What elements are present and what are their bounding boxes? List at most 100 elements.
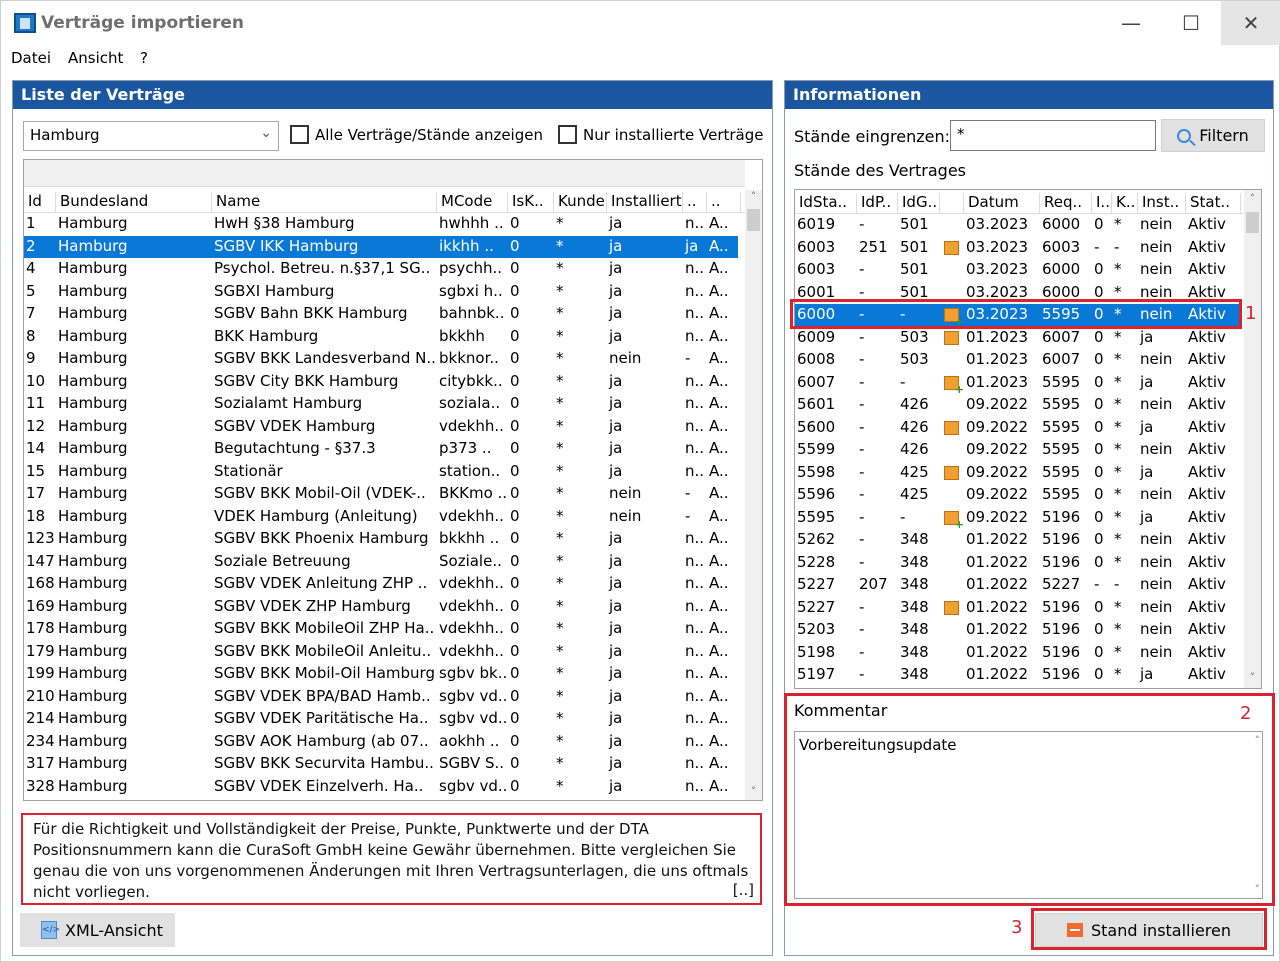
column-header[interactable]: Stat.. xyxy=(1186,193,1241,213)
table-row[interactable]: 178 Hamburg SGBV BKK MobileOil ZHP Ha.. vde… xyxy=(24,618,738,641)
table-row[interactable]: 5601 - 426 09.2022 5595 0 * nein Aktiv xyxy=(795,394,1239,417)
column-header[interactable]: IdP.. xyxy=(857,193,898,213)
table-row[interactable]: 6003 - 501 03.2023 6000 0 * nein Aktiv xyxy=(795,259,1239,282)
table-row[interactable]: 5227 207 348 01.2022 5227- - nein Aktiv xyxy=(795,574,1239,597)
menu-ansicht[interactable]: Ansicht xyxy=(68,49,123,67)
table-row[interactable]: 5198 - 348 01.2022 5196 0 * nein Aktiv xyxy=(795,642,1239,665)
column-header[interactable]: .. xyxy=(707,192,741,212)
only-installed-checkbox[interactable]: Nur installierte Verträge xyxy=(558,125,763,144)
scroll-down-icon[interactable]: ˅ xyxy=(745,785,762,800)
table-row[interactable]: 199 Hamburg SGBV BKK Mobil-Oil Hamburg sgbv… xyxy=(24,663,738,686)
table-row[interactable]: 12 Hamburg SGBV VDEK Hamburg vdekhh.. 0 * ja n.… xyxy=(24,416,738,439)
table-cell: Aktiv xyxy=(1188,642,1226,661)
checkbox-box[interactable] xyxy=(558,125,577,144)
column-header[interactable]: IdG.. xyxy=(898,193,940,213)
table-cell: 01.2022 xyxy=(966,620,1029,638)
table-row[interactable]: 123 Hamburg SGBV BKK Phoenix Hamburg bkkhh … xyxy=(24,528,738,551)
table-row[interactable]: 6007 - - 01.2023 5595 0 * ja Aktiv xyxy=(795,372,1239,396)
table-cell: 9 xyxy=(26,349,36,367)
table-row[interactable]: 169 Hamburg SGBV VDEK ZHP Hamburg vdekhh.. 0… xyxy=(24,596,738,619)
column-header[interactable]: Name xyxy=(212,192,437,212)
table-row[interactable]: 5 Hamburg SGBXI Hamburg sgbxi h.. 0 * ja n.. A.. xyxy=(24,281,738,304)
table-row[interactable]: 6003 251 501 03.2023 6003- - nein Aktiv xyxy=(795,237,1239,260)
table-row[interactable]: 210 Hamburg SGBV VDEK BPA/BAD Hamb.. sgbv v… xyxy=(24,686,738,709)
table-cell: 5228 xyxy=(797,552,836,571)
table-cell: 5262 xyxy=(797,530,836,548)
table-row[interactable]: 10 Hamburg SGBV City BKK Hamburg citybkk.. 0… xyxy=(24,371,738,394)
region-select[interactable]: Hamburg ⌄ xyxy=(23,121,279,151)
maximize-button[interactable]: ☐ xyxy=(1161,1,1221,45)
column-header[interactable]: Req.. xyxy=(1040,193,1092,213)
menu-datei[interactable]: Datei xyxy=(11,49,51,67)
minimize-button[interactable]: — xyxy=(1101,1,1161,45)
table-row[interactable]: 147 Hamburg Soziale Betreuung Soziale.. 0 * ja… xyxy=(24,551,738,574)
table-row[interactable]: 4 Hamburg Psychol. Betreu. n.§37,1 SG.. psy… xyxy=(24,258,738,281)
column-header[interactable]: IdSta.. xyxy=(795,193,857,213)
column-header[interactable]: Datum xyxy=(964,193,1040,213)
table-row[interactable]: 5203 - 348 01.2022 5196 0 * nein Aktiv xyxy=(795,619,1239,642)
column-header[interactable]: IsK.. xyxy=(508,192,554,212)
column-header[interactable]: Bundesland xyxy=(56,192,212,212)
column-header[interactable]: .. xyxy=(683,192,707,212)
table-row[interactable]: 7 Hamburg SGBV Bahn BKK Hamburg bahnbk.. 0 * j… xyxy=(24,303,738,326)
filter-button[interactable]: Filtern xyxy=(1161,119,1265,152)
table-cell: * xyxy=(556,439,564,457)
column-header[interactable]: Inst.. xyxy=(1138,193,1186,213)
table-cell: 0 xyxy=(510,416,520,435)
table-row[interactable]: 5598 - 425 09.2022 5595 0 * ja Aktiv xyxy=(795,462,1239,485)
xml-view-button[interactable]: </> XML-Ansicht xyxy=(20,913,175,947)
table-cell: 01.2023 xyxy=(966,372,1029,391)
column-header[interactable] xyxy=(940,193,964,213)
table-row[interactable]: 5600 - 426 09.2022 5595 0 * ja Aktiv xyxy=(795,417,1239,440)
table-row[interactable]: 5228 - 348 01.2022 5196 0 * nein Aktiv xyxy=(795,552,1239,575)
table-row[interactable]: 5262 - 348 01.2022 5196 0 * nein Aktiv xyxy=(795,529,1239,552)
scroll-up-icon[interactable]: ˄ xyxy=(745,190,762,207)
table-row[interactable]: 8 Hamburg BKK Hamburg bkkhh 0 * ja n.. A.. xyxy=(24,326,738,349)
column-header[interactable]: I.. xyxy=(1092,193,1112,213)
table-row[interactable]: 18 Hamburg VDEK Hamburg (Anleitung) vdekhh.… xyxy=(24,506,738,529)
table-row[interactable]: 6009 - 503 01.2023 6007 0 * ja Aktiv xyxy=(795,327,1239,350)
column-header[interactable]: Installiert xyxy=(607,192,683,212)
table-cell: Psychol. Betreu. n.§37,1 SG.. xyxy=(214,259,431,277)
scrollbar-thumb[interactable] xyxy=(1246,212,1259,233)
table-row[interactable]: 15 Hamburg Stationär station.. 0 * ja n.. A.. xyxy=(24,461,738,484)
column-header[interactable]: Kunde xyxy=(554,192,607,212)
scroll-up-icon[interactable]: ˄ xyxy=(1244,192,1261,209)
table-row[interactable]: 11 Hamburg Sozialamt Hamburg soziala.. 0 * ja n… xyxy=(24,393,738,416)
column-header[interactable]: Id xyxy=(24,192,56,212)
table-cell: 11 xyxy=(26,394,46,412)
column-header[interactable]: MCode xyxy=(437,192,508,212)
table-row[interactable]: 5595 - - 09.2022 5196 0 * ja Aktiv xyxy=(795,507,1239,531)
show-all-contracts-checkbox[interactable]: Alle Verträge/Stände anzeigen xyxy=(290,125,543,144)
table-row[interactable]: 9 Hamburg SGBV BKK Landesverband N.. bkknor… xyxy=(24,348,738,371)
table-row[interactable]: 5197 - 348 01.2022 5196 0 * ja Aktiv xyxy=(795,664,1239,687)
table-row[interactable]: 6008 - 503 01.2023 6007 0 * nein Aktiv xyxy=(795,349,1239,372)
filter-input[interactable]: * xyxy=(950,120,1156,151)
checkbox-box[interactable] xyxy=(290,125,309,144)
table-row[interactable]: 328 Hamburg SGBV VDEK Einzelverh. Ha.. sgbv… xyxy=(24,776,738,799)
table-cell: 425 xyxy=(900,462,929,481)
scroll-down-icon[interactable]: ˅ xyxy=(1244,671,1261,688)
table-row[interactable]: 6019 - 501 03.2023 6000 0 * nein Aktiv xyxy=(795,214,1239,237)
table-row[interactable]: 5227 - 348 01.2022 5196 0 * nein Aktiv xyxy=(795,597,1239,620)
disclaimer-more-link[interactable]: [..] xyxy=(733,880,754,901)
contracts-scrollbar[interactable]: ˄ ˅ xyxy=(745,190,762,800)
table-row[interactable]: 17 Hamburg SGBV BKK Mobil-Oil (VDEK-.. BKKm… xyxy=(24,483,738,506)
scrollbar-thumb[interactable] xyxy=(747,209,760,231)
table-row[interactable]: 214 Hamburg SGBV VDEK Paritätische Ha.. sgb… xyxy=(24,708,738,731)
table-row[interactable]: 14 Hamburg Begutachtung - §37.3 p373 .. 0 * ja… xyxy=(24,438,738,461)
table-row[interactable]: 5599 - 426 09.2022 5595 0 * nein Aktiv xyxy=(795,439,1239,462)
table-row[interactable]: 5596 - 425 09.2022 5595 0 * nein Aktiv xyxy=(795,484,1239,507)
table-cell: ja xyxy=(609,754,623,772)
table-row[interactable]: 168 Hamburg SGBV VDEK Anleitung ZHP .. vdek… xyxy=(24,573,738,596)
table-row[interactable]: 2 Hamburg SGBV IKK Hamburg ikkhh .. 0 * ja ja A.… xyxy=(24,235,738,258)
table-row[interactable]: 317 Hamburg SGBV BKK Securvita Hambu.. SGBV… xyxy=(24,753,738,776)
table-row[interactable]: 234 Hamburg SGBV AOK Hamburg (ab 07.. aokhh… xyxy=(24,731,738,754)
table-cell: 5596 xyxy=(797,485,836,503)
menu-help[interactable]: ? xyxy=(140,49,148,67)
table-row[interactable]: 1 Hamburg HwH §38 Hamburg hwhhh .. 0 * ja n.. A.… xyxy=(24,213,738,236)
states-scrollbar[interactable]: ˄ ˅ xyxy=(1244,190,1261,688)
close-button[interactable]: ✕ xyxy=(1221,1,1280,45)
column-header[interactable]: K.. xyxy=(1112,193,1138,213)
table-row[interactable]: 179 Hamburg SGBV BKK MobileOil Anleitu.. vd… xyxy=(24,641,738,664)
